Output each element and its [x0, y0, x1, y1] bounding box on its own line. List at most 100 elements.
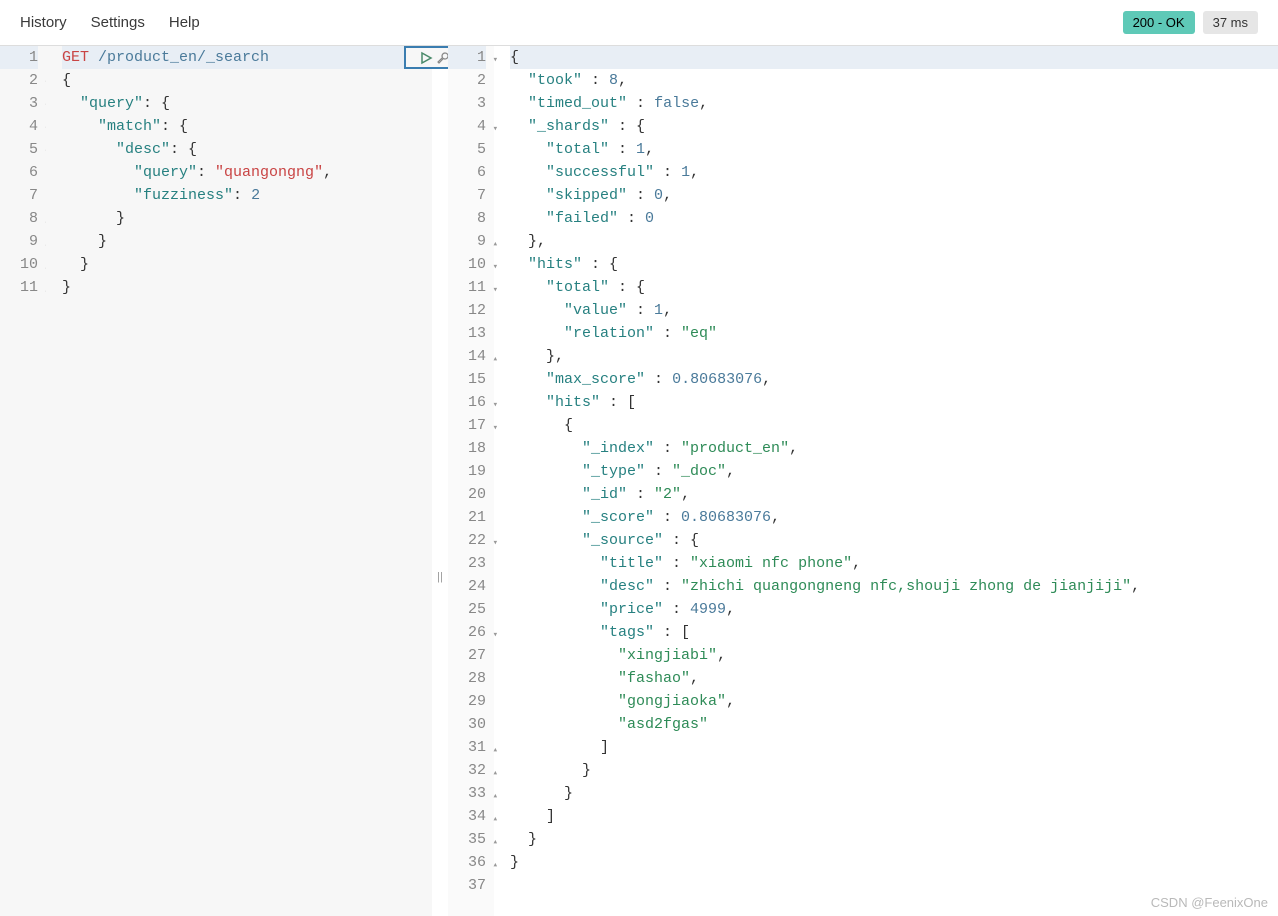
- code-line[interactable]: "_score" : 0.80683076,: [510, 506, 1278, 529]
- gutter-line: 5: [448, 138, 486, 161]
- code-line[interactable]: "price" : 4999,: [510, 598, 1278, 621]
- menu-history[interactable]: History: [20, 14, 67, 31]
- gutter-line: 10▾: [448, 253, 486, 276]
- request-gutter: 12▾3▾4▾5▾678▴9▴10▴11▴: [0, 46, 46, 916]
- gutter-line: 22▾: [448, 529, 486, 552]
- code-line[interactable]: "xingjiabi",: [510, 644, 1278, 667]
- code-line[interactable]: }: [510, 782, 1278, 805]
- code-line[interactable]: "successful" : 1,: [510, 161, 1278, 184]
- gutter-line: 23: [448, 552, 486, 575]
- gutter-line: 6: [0, 161, 38, 184]
- status-badge: 200 - OK: [1123, 11, 1195, 34]
- gutter-line: 8: [448, 207, 486, 230]
- code-line[interactable]: "tags" : [: [510, 621, 1278, 644]
- gutter-line: 31▴: [448, 736, 486, 759]
- code-line[interactable]: ]: [510, 805, 1278, 828]
- response-editor[interactable]: 1▾234▾56789▴10▾11▾121314▴1516▾17▾1819202…: [448, 46, 1278, 916]
- response-code[interactable]: { "took" : 8, "timed_out" : false, "_sha…: [494, 46, 1278, 916]
- code-line[interactable]: "skipped" : 0,: [510, 184, 1278, 207]
- gutter-line: 25: [448, 598, 486, 621]
- gutter-line: 11▾: [448, 276, 486, 299]
- code-line[interactable]: "hits" : [: [510, 391, 1278, 414]
- code-line[interactable]: }: [510, 851, 1278, 874]
- gutter-line: 1: [0, 46, 38, 69]
- divider-handle-icon: ||: [437, 571, 443, 583]
- code-line[interactable]: "total" : 1,: [510, 138, 1278, 161]
- request-panel: 12▾3▾4▾5▾678▴9▴10▴11▴ GET /product_en/_s…: [0, 46, 432, 916]
- code-line[interactable]: "total" : {: [510, 276, 1278, 299]
- code-line[interactable]: },: [510, 230, 1278, 253]
- code-line[interactable]: "took" : 8,: [510, 69, 1278, 92]
- code-line[interactable]: "fashao",: [510, 667, 1278, 690]
- gutter-line: 34▴: [448, 805, 486, 828]
- code-line[interactable]: }: [62, 253, 432, 276]
- code-line[interactable]: "desc": {: [62, 138, 432, 161]
- gutter-line: 4▾: [448, 115, 486, 138]
- code-line[interactable]: "_shards" : {: [510, 115, 1278, 138]
- code-line[interactable]: GET /product_en/_search: [62, 46, 432, 69]
- code-line[interactable]: "relation" : "eq": [510, 322, 1278, 345]
- code-line[interactable]: "gongjiaoka",: [510, 690, 1278, 713]
- gutter-line: 12: [448, 299, 486, 322]
- code-line[interactable]: "fuzziness": 2: [62, 184, 432, 207]
- code-line[interactable]: "_type" : "_doc",: [510, 460, 1278, 483]
- code-line[interactable]: "timed_out" : false,: [510, 92, 1278, 115]
- code-line[interactable]: {: [510, 414, 1278, 437]
- code-line[interactable]: }: [510, 828, 1278, 851]
- gutter-line: 32▴: [448, 759, 486, 782]
- gutter-line: 11▴: [0, 276, 38, 299]
- response-gutter: 1▾234▾56789▴10▾11▾121314▴1516▾17▾1819202…: [448, 46, 494, 916]
- gutter-line: 16▾: [448, 391, 486, 414]
- gutter-line: 37: [448, 874, 486, 897]
- gutter-line: 17▾: [448, 414, 486, 437]
- gutter-line: 10▴: [0, 253, 38, 276]
- gutter-line: 2: [448, 69, 486, 92]
- code-line[interactable]: "failed" : 0: [510, 207, 1278, 230]
- menu-bar: History Settings Help: [20, 14, 200, 31]
- code-line[interactable]: "match": {: [62, 115, 432, 138]
- gutter-line: 36▴: [448, 851, 486, 874]
- code-line[interactable]: "hits" : {: [510, 253, 1278, 276]
- gutter-line: 35▴: [448, 828, 486, 851]
- gutter-line: 26▾: [448, 621, 486, 644]
- status-area: 200 - OK 37 ms: [1123, 11, 1258, 34]
- code-line[interactable]: "query": "quangongng",: [62, 161, 432, 184]
- code-line[interactable]: [510, 874, 1278, 897]
- request-code[interactable]: GET /product_en/_search{ "query": { "mat…: [46, 46, 432, 916]
- code-line[interactable]: "title" : "xiaomi nfc phone",: [510, 552, 1278, 575]
- code-line[interactable]: "query": {: [62, 92, 432, 115]
- code-line[interactable]: {: [510, 46, 1278, 69]
- gutter-line: 9▴: [0, 230, 38, 253]
- gutter-line: 14▴: [448, 345, 486, 368]
- menu-help[interactable]: Help: [169, 14, 200, 31]
- gutter-line: 20: [448, 483, 486, 506]
- code-line[interactable]: "asd2fgas": [510, 713, 1278, 736]
- code-line[interactable]: "max_score" : 0.80683076,: [510, 368, 1278, 391]
- gutter-line: 3▾: [0, 92, 38, 115]
- panel-divider[interactable]: ||: [432, 46, 448, 916]
- gutter-line: 1▾: [448, 46, 486, 69]
- code-line[interactable]: "value" : 1,: [510, 299, 1278, 322]
- menu-settings[interactable]: Settings: [91, 14, 145, 31]
- code-line[interactable]: }: [510, 759, 1278, 782]
- gutter-line: 9▴: [448, 230, 486, 253]
- request-editor[interactable]: 12▾3▾4▾5▾678▴9▴10▴11▴ GET /product_en/_s…: [0, 46, 432, 916]
- gutter-line: 21: [448, 506, 486, 529]
- code-line[interactable]: }: [62, 276, 432, 299]
- gutter-line: 6: [448, 161, 486, 184]
- code-line[interactable]: "desc" : "zhichi quangongneng nfc,shouji…: [510, 575, 1278, 598]
- gutter-line: 19: [448, 460, 486, 483]
- code-line[interactable]: {: [62, 69, 432, 92]
- code-line[interactable]: ]: [510, 736, 1278, 759]
- play-icon[interactable]: [419, 51, 433, 65]
- code-line[interactable]: "_id" : "2",: [510, 483, 1278, 506]
- code-line[interactable]: "_index" : "product_en",: [510, 437, 1278, 460]
- gutter-line: 7: [448, 184, 486, 207]
- code-line[interactable]: "_source" : {: [510, 529, 1278, 552]
- code-line[interactable]: }: [62, 230, 432, 253]
- gutter-line: 33▴: [448, 782, 486, 805]
- gutter-line: 8▴: [0, 207, 38, 230]
- gutter-line: 5▾: [0, 138, 38, 161]
- code-line[interactable]: }: [62, 207, 432, 230]
- code-line[interactable]: },: [510, 345, 1278, 368]
